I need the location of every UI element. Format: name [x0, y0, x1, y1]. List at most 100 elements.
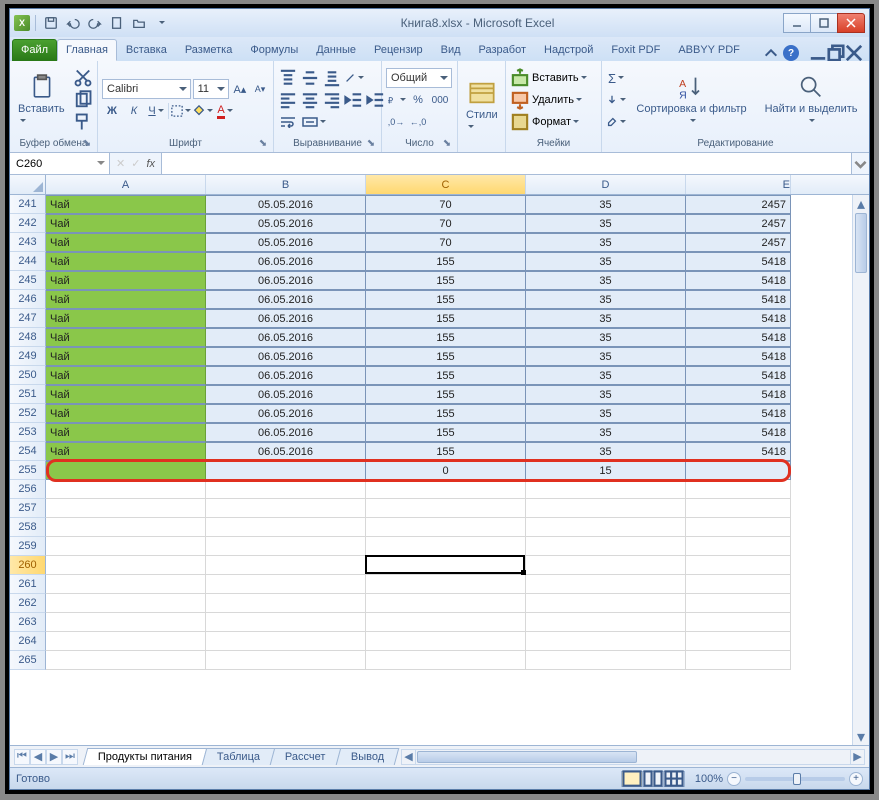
cell[interactable]: 35: [526, 233, 686, 252]
mdi-close-icon[interactable]: [845, 45, 863, 61]
cell[interactable]: [686, 613, 791, 632]
cell[interactable]: 35: [526, 404, 686, 423]
row-header[interactable]: 257: [10, 499, 46, 518]
font-name-combo[interactable]: Calibri: [102, 79, 191, 99]
cell[interactable]: Чай: [46, 328, 206, 347]
column-header-D[interactable]: D: [526, 175, 686, 194]
row-header[interactable]: 258: [10, 518, 46, 537]
cell[interactable]: 06.05.2016: [206, 290, 366, 309]
cell[interactable]: 05.05.2016: [206, 233, 366, 252]
qat-customize-icon[interactable]: [151, 13, 171, 33]
cell[interactable]: 35: [526, 214, 686, 233]
cell[interactable]: [206, 613, 366, 632]
cell[interactable]: [46, 575, 206, 594]
tab-вставка[interactable]: Вставка: [117, 39, 176, 61]
autosum-icon[interactable]: Σ: [606, 68, 626, 88]
font-launcher-icon[interactable]: ⬊: [257, 138, 269, 150]
cell[interactable]: [526, 480, 686, 499]
cell[interactable]: [366, 556, 526, 575]
column-header-A[interactable]: A: [46, 175, 206, 194]
cell[interactable]: 06.05.2016: [206, 423, 366, 442]
clear-icon[interactable]: [606, 112, 626, 132]
cell[interactable]: [206, 632, 366, 651]
cell[interactable]: 06.05.2016: [206, 404, 366, 423]
paste-button[interactable]: Вставить: [14, 71, 70, 129]
bold-icon[interactable]: Ж: [102, 101, 122, 121]
cell[interactable]: [526, 575, 686, 594]
cell[interactable]: [686, 461, 791, 480]
cells-delete-button[interactable]: Удалить: [510, 90, 597, 110]
column-header-B[interactable]: B: [206, 175, 366, 194]
cell[interactable]: 155: [366, 290, 526, 309]
cell[interactable]: [206, 575, 366, 594]
cell[interactable]: 155: [366, 404, 526, 423]
cell[interactable]: 155: [366, 252, 526, 271]
tab-разработ[interactable]: Разработ: [470, 39, 535, 61]
view-page-layout-icon[interactable]: [642, 771, 664, 787]
cell[interactable]: [206, 537, 366, 556]
cell[interactable]: [206, 499, 366, 518]
cell[interactable]: 06.05.2016: [206, 271, 366, 290]
clipboard-launcher-icon[interactable]: ⬊: [81, 138, 93, 150]
cell[interactable]: 155: [366, 271, 526, 290]
cell[interactable]: 35: [526, 347, 686, 366]
cell[interactable]: 5418: [686, 290, 791, 309]
zoom-out-icon[interactable]: −: [727, 772, 741, 786]
cells-format-button[interactable]: Формат: [510, 112, 597, 132]
sheet-nav-prev-icon[interactable]: ◀: [30, 749, 46, 765]
qat-undo-icon[interactable]: [63, 13, 83, 33]
row-header[interactable]: 247: [10, 309, 46, 328]
tab-разметка[interactable]: Разметка: [176, 39, 242, 61]
wrap-text-icon[interactable]: [278, 112, 298, 132]
tab-формулы[interactable]: Формулы: [241, 39, 307, 61]
italic-icon[interactable]: К: [124, 101, 144, 121]
decrease-decimal-icon[interactable]: ←,0: [408, 112, 428, 132]
mdi-restore-icon[interactable]: [827, 45, 845, 61]
cell[interactable]: 35: [526, 271, 686, 290]
cell[interactable]: [366, 613, 526, 632]
cell[interactable]: 35: [526, 328, 686, 347]
number-launcher-icon[interactable]: ⬊: [441, 138, 453, 150]
find-select-button[interactable]: Найти и выделить: [757, 71, 865, 129]
cell[interactable]: [206, 461, 366, 480]
cell[interactable]: [206, 480, 366, 499]
window-minimize-button[interactable]: [783, 13, 811, 33]
comma-icon[interactable]: 000: [430, 90, 450, 110]
cells-insert-button[interactable]: Вставить: [510, 68, 597, 88]
cell[interactable]: [46, 651, 206, 670]
row-header[interactable]: 264: [10, 632, 46, 651]
align-middle-icon[interactable]: [300, 68, 320, 88]
cell[interactable]: 35: [526, 423, 686, 442]
row-header[interactable]: 262: [10, 594, 46, 613]
row-header[interactable]: 250: [10, 366, 46, 385]
row-header[interactable]: 251: [10, 385, 46, 404]
cell[interactable]: 15: [526, 461, 686, 480]
copy-icon[interactable]: [73, 90, 93, 110]
select-all-corner[interactable]: [10, 175, 46, 194]
cell[interactable]: 06.05.2016: [206, 309, 366, 328]
qat-open-icon[interactable]: [129, 13, 149, 33]
cell[interactable]: [46, 518, 206, 537]
scroll-down-icon[interactable]: ▾: [853, 728, 869, 745]
cell[interactable]: Чай: [46, 404, 206, 423]
cell[interactable]: 35: [526, 290, 686, 309]
cell[interactable]: [686, 594, 791, 613]
zoom-slider[interactable]: [745, 777, 845, 781]
horizontal-scrollbar[interactable]: ◀ ▶: [401, 749, 865, 765]
sheet-tab[interactable]: Продукты питания: [83, 748, 208, 765]
align-center-icon[interactable]: [300, 90, 320, 110]
cancel-formula-icon[interactable]: ✕: [116, 157, 125, 170]
name-box[interactable]: C260: [10, 153, 110, 174]
cell[interactable]: 2457: [686, 214, 791, 233]
cell[interactable]: [366, 575, 526, 594]
qat-save-icon[interactable]: [41, 13, 61, 33]
ribbon-minimize-icon[interactable]: [763, 45, 779, 61]
cell[interactable]: [526, 632, 686, 651]
sheet-nav-last-icon[interactable]: ⏭: [62, 749, 78, 765]
cell[interactable]: [366, 499, 526, 518]
styles-button[interactable]: Стили: [462, 77, 502, 135]
cell[interactable]: 2457: [686, 233, 791, 252]
cell[interactable]: 35: [526, 195, 686, 214]
cell[interactable]: [206, 518, 366, 537]
sheet-nav-first-icon[interactable]: ⏮: [14, 749, 30, 765]
